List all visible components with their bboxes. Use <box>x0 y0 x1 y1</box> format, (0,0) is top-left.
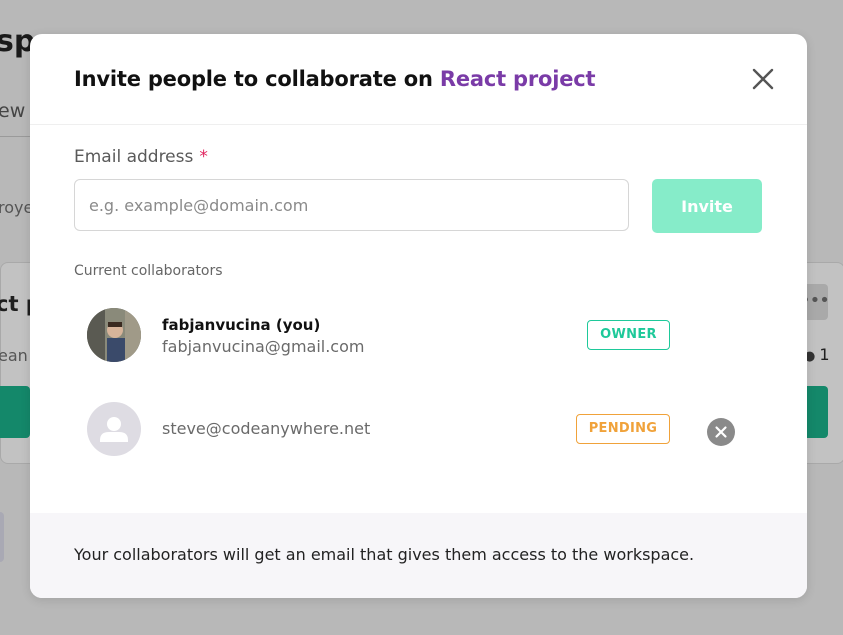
invite-modal: Invite people to collaborate on React pr… <box>30 34 807 598</box>
footer-note: Your collaborators will get an email tha… <box>74 545 695 564</box>
default-user-avatar <box>87 402 141 456</box>
email-label-text: Email address <box>74 147 194 167</box>
invite-button[interactable]: Invite <box>652 179 762 233</box>
email-input[interactable] <box>74 179 629 231</box>
background-member-count: ● 1 <box>804 345 830 364</box>
collaborator-email: fabjanvucina@gmail.com <box>162 337 365 356</box>
modal-title-prefix: Invite people to collaborate on <box>74 67 433 91</box>
background-projects-label: roye <box>0 198 34 217</box>
remove-icon <box>715 426 727 438</box>
remove-collaborator-button[interactable] <box>707 418 735 446</box>
background-chip <box>0 512 4 562</box>
owner-badge: OWNER <box>587 320 670 350</box>
modal-title: Invite people to collaborate on React pr… <box>74 67 596 91</box>
email-label: Email address * <box>74 147 208 167</box>
collaborator-row: steve@codeanywhere.net PENDING <box>87 402 735 458</box>
close-button[interactable] <box>751 67 775 91</box>
collaborator-row: fabjanvucina (you) fabjanvucina@gmail.co… <box>87 308 727 364</box>
member-count-value: 1 <box>819 345 830 364</box>
background-card-subtitle: ean <box>0 346 28 365</box>
pending-badge: PENDING <box>576 414 670 444</box>
background-open-button <box>0 386 30 438</box>
user-photo-avatar <box>87 308 141 362</box>
modal-footer: Your collaborators will get an email tha… <box>30 513 807 598</box>
required-marker: * <box>199 147 208 167</box>
background-tab: ew <box>0 100 26 122</box>
close-icon <box>752 68 774 90</box>
collaborator-email: steve@codeanywhere.net <box>162 419 371 438</box>
background-divider <box>0 136 30 137</box>
project-name: React project <box>439 67 596 91</box>
collaborator-name: fabjanvucina (you) <box>162 316 321 334</box>
modal-header: Invite people to collaborate on React pr… <box>30 34 807 125</box>
collaborators-heading: Current collaborators <box>74 263 223 279</box>
